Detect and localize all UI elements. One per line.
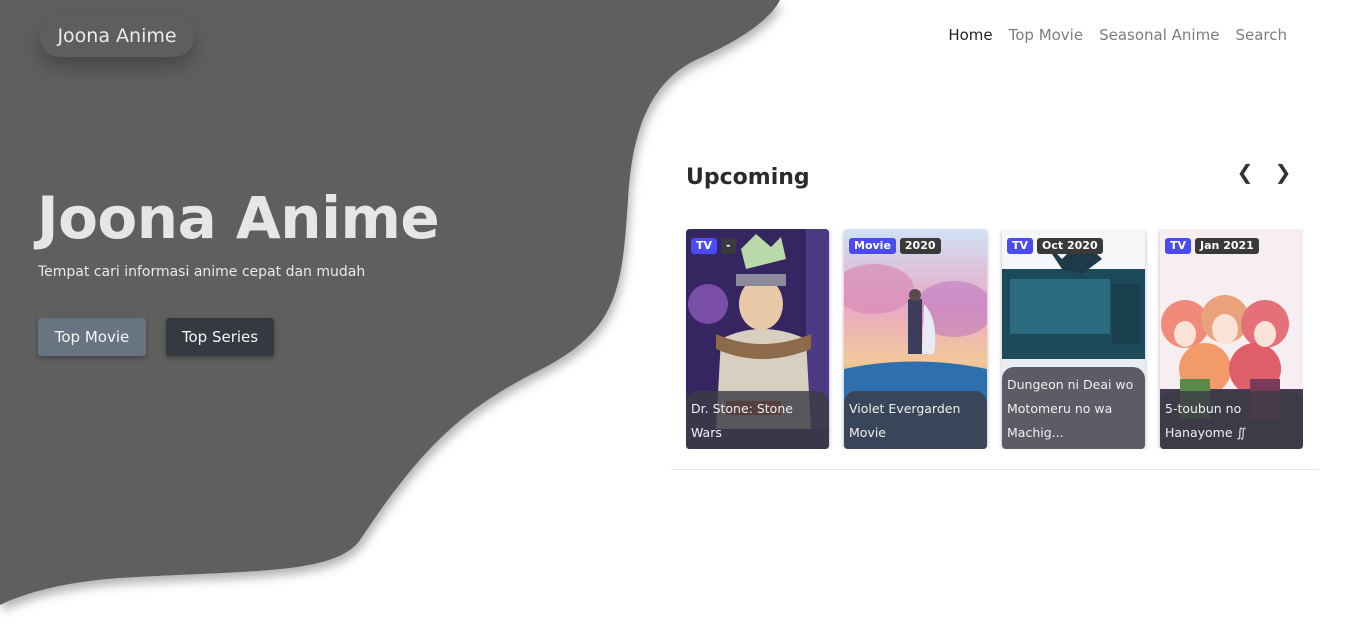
type-badge: Movie bbox=[849, 238, 896, 254]
hero-title: Joona Anime bbox=[37, 184, 440, 252]
top-series-button[interactable]: Top Series bbox=[166, 318, 274, 356]
chevron-right-icon[interactable]: ❯ bbox=[1274, 160, 1292, 184]
card-title: Violet Evergarden Movie bbox=[844, 391, 987, 449]
anime-card[interactable]: TV Oct 2020 Dungeon ni Deai wo Motomeru … bbox=[1002, 229, 1145, 449]
upcoming-carousel: TV - Dr. Stone: Stone Wars Movie 2020 Vi… bbox=[686, 229, 1303, 449]
anime-card[interactable]: Movie 2020 Violet Evergarden Movie bbox=[844, 229, 987, 449]
card-title: Dungeon ni Deai wo Motomeru no wa Machig… bbox=[1002, 367, 1145, 449]
type-badge: TV bbox=[1007, 238, 1034, 254]
card-badges: TV Oct 2020 bbox=[1007, 238, 1103, 254]
section-divider bbox=[671, 469, 1319, 470]
card-badges: Movie 2020 bbox=[849, 238, 941, 254]
type-badge: TV bbox=[691, 238, 718, 254]
card-badges: TV Jan 2021 bbox=[1165, 238, 1259, 254]
top-movie-button[interactable]: Top Movie bbox=[38, 318, 146, 356]
nav-search[interactable]: Search bbox=[1235, 25, 1287, 45]
nav-seasonal-anime[interactable]: Seasonal Anime bbox=[1099, 25, 1219, 45]
chevron-left-icon[interactable]: ❮ bbox=[1236, 160, 1254, 184]
nav-home[interactable]: Home bbox=[948, 25, 992, 45]
anime-card[interactable]: TV - Dr. Stone: Stone Wars bbox=[686, 229, 829, 449]
nav-top-movie[interactable]: Top Movie bbox=[1009, 25, 1083, 45]
main-nav: Home Top Movie Seasonal Anime Search bbox=[948, 25, 1287, 45]
date-badge: - bbox=[721, 238, 736, 254]
upcoming-heading: Upcoming bbox=[686, 165, 810, 190]
date-badge: Oct 2020 bbox=[1037, 238, 1103, 254]
card-title: Dr. Stone: Stone Wars bbox=[686, 391, 829, 449]
card-badges: TV - bbox=[691, 238, 736, 254]
date-badge: Jan 2021 bbox=[1195, 238, 1259, 254]
anime-card[interactable]: TV Jan 2021 5-toubun no Hanayome ∬ bbox=[1160, 229, 1303, 449]
date-badge: 2020 bbox=[899, 238, 941, 254]
brand-logo[interactable]: Joona Anime bbox=[40, 15, 194, 57]
hero-subtitle: Tempat cari informasi anime cepat dan mu… bbox=[38, 264, 366, 280]
card-title: 5-toubun no Hanayome ∬ bbox=[1160, 391, 1303, 449]
type-badge: TV bbox=[1165, 238, 1192, 254]
